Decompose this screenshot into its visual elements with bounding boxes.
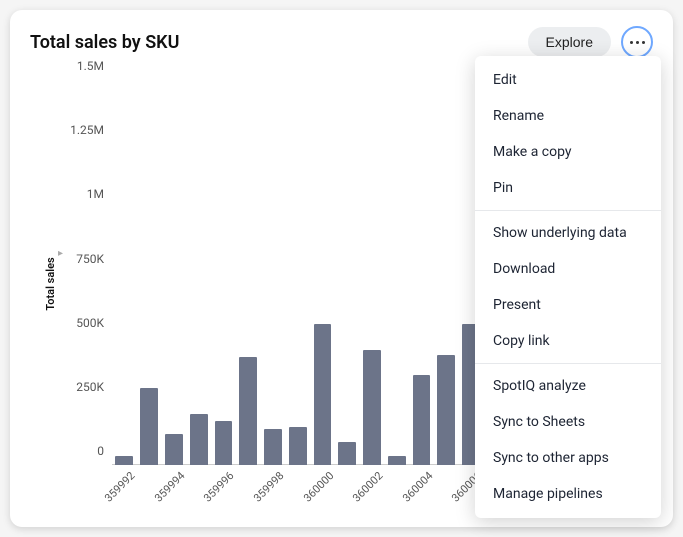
menu-item-present[interactable]: Present [475, 287, 661, 323]
ellipsis-icon [630, 41, 633, 44]
menu-item-spotiq-analyze[interactable]: SpotIQ analyze [475, 368, 661, 404]
menu-item-manage-pipelines[interactable]: Manage pipelines [475, 476, 661, 512]
x-tick-label: 359994 [152, 469, 187, 504]
menu-item-copy-link[interactable]: Copy link [475, 323, 661, 359]
menu-item-rename[interactable]: Rename [475, 98, 661, 134]
ellipsis-icon [642, 41, 645, 44]
y-tick-label: 0 [97, 444, 104, 458]
menu-separator [475, 363, 661, 364]
more-options-button[interactable] [621, 26, 653, 58]
menu-item-sync-to-sheets[interactable]: Sync to Sheets [475, 404, 661, 440]
bar[interactable] [239, 357, 257, 465]
y-tick-label: 750K [76, 252, 104, 266]
bar[interactable] [190, 414, 208, 465]
bar-slot [335, 80, 360, 465]
bar[interactable] [363, 350, 381, 466]
chart-card: Total sales by SKU Explore Total sales ▸… [10, 10, 673, 527]
bar-slot: 359998 [261, 80, 286, 465]
bar[interactable] [289, 427, 307, 466]
bar[interactable] [115, 456, 133, 465]
explore-button[interactable]: Explore [528, 27, 611, 57]
bar-slot [186, 80, 211, 465]
menu-item-sync-to-other-apps[interactable]: Sync to other apps [475, 440, 661, 476]
y-tick-label: 1M [87, 187, 104, 201]
card-header: Total sales by SKU Explore [30, 26, 653, 58]
y-tick-label: 1.25M [70, 123, 104, 137]
menu-item-edit[interactable]: Edit [475, 62, 661, 98]
bar-slot [285, 80, 310, 465]
bar-slot: 359996 [211, 80, 236, 465]
menu-item-pin[interactable]: Pin [475, 170, 661, 206]
bar[interactable] [437, 355, 455, 465]
x-tick-label: 359998 [251, 469, 286, 504]
bar-slot [434, 80, 459, 465]
bar-slot [137, 80, 162, 465]
menu-item-make-a-copy[interactable]: Make a copy [475, 134, 661, 170]
menu-item-download[interactable]: Download [475, 251, 661, 287]
bar[interactable] [314, 324, 332, 465]
menu-item-show-underlying-data[interactable]: Show underlying data [475, 215, 661, 251]
x-tick-label: 360002 [350, 469, 385, 504]
y-tick-label: 500K [76, 316, 104, 330]
chart-title: Total sales by SKU [30, 32, 179, 53]
bar-slot: 359992 [112, 80, 137, 465]
bar-slot [236, 80, 261, 465]
x-tick-label: 359992 [102, 469, 137, 504]
bar[interactable] [165, 434, 183, 465]
y-tick-label: 250K [76, 380, 104, 394]
bar[interactable] [413, 375, 431, 465]
y-tick-label: 1.5M [77, 59, 104, 73]
bar[interactable] [215, 421, 233, 465]
bar[interactable] [264, 429, 282, 465]
chevron-right-icon: ▸ [58, 248, 63, 259]
bar-slot: 360002 [360, 80, 385, 465]
x-tick-label: 360004 [400, 469, 435, 504]
bar-slot [384, 80, 409, 465]
bar[interactable] [140, 388, 158, 465]
header-actions: Explore [528, 26, 653, 58]
bar[interactable] [338, 442, 356, 465]
context-menu: EditRenameMake a copyPin Show underlying … [475, 56, 661, 518]
bar-slot: 360000 [310, 80, 335, 465]
bar[interactable] [388, 456, 406, 465]
bar-slot: 359994 [162, 80, 187, 465]
y-axis-label: Total sales [44, 257, 57, 310]
bar-slot: 360004 [409, 80, 434, 465]
ellipsis-icon [636, 41, 639, 44]
menu-separator [475, 210, 661, 211]
x-tick-label: 360000 [301, 469, 336, 504]
x-tick-label: 359996 [201, 469, 236, 504]
